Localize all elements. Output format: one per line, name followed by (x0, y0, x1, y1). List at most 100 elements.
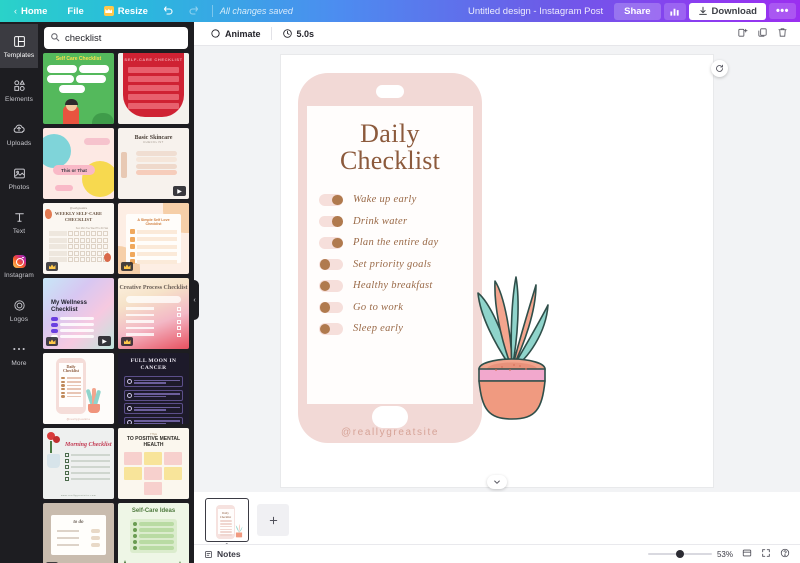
animate-button[interactable]: Animate (202, 28, 269, 39)
sidebar-item-elements[interactable]: Elements (0, 68, 38, 112)
pro-badge (121, 262, 133, 271)
toggle-switch[interactable] (319, 194, 343, 206)
add-page-button[interactable] (257, 504, 289, 536)
toggle-switch[interactable] (319, 280, 343, 292)
template-card[interactable]: My Wellness Checklist ▶ (43, 278, 114, 349)
template-card[interactable]: @reallygreatsite WEEKLY SELF-CARE CHECKL… (43, 203, 114, 274)
duplicate-icon (758, 27, 767, 37)
duration-button[interactable]: 5.0s (274, 28, 323, 39)
template-card[interactable]: Basic Skincare CHECKLIST ▶ (118, 128, 189, 199)
canvas-area[interactable]: Daily Checklist Wake up early Drink wate… (194, 46, 800, 492)
template-card[interactable]: 7 Tips TO POSITIVE MENTAL HEALTH (118, 428, 189, 499)
bottom-bar: Notes 53% (194, 544, 800, 563)
document-title[interactable]: Untitled design - Instagram Post (468, 6, 603, 17)
toggle-switch[interactable] (319, 215, 343, 228)
template-card[interactable]: Creative Process Checklist (118, 278, 189, 349)
sidebar-label-more: More (11, 359, 27, 367)
zoom-slider[interactable]: 53% (647, 549, 733, 559)
sidebar-item-photos[interactable]: Photos (0, 156, 38, 200)
top-bar-left: ‹ Home File Resize All changes saved (0, 0, 293, 22)
template-card[interactable]: to do (43, 503, 114, 563)
file-label: File (67, 5, 84, 17)
template-title: WEEKLY SELF-CARE CHECKLIST (54, 211, 103, 223)
template-card[interactable]: A Simple Self Love Checklist (118, 203, 189, 274)
checklist-item[interactable]: Drink water (319, 215, 473, 228)
undo-icon (163, 6, 173, 15)
template-title: TO POSITIVE MENTAL HEALTH (126, 436, 181, 448)
rotate-icon (716, 64, 723, 72)
sidebar-item-text[interactable]: Text (0, 200, 38, 244)
pro-badge (46, 337, 58, 346)
template-card[interactable]: Daily Checklist @reallygreatsite (43, 353, 114, 424)
pages-strip: Daily Checklist 1 (194, 492, 800, 550)
more-menu-button[interactable]: ••• (768, 3, 796, 19)
checklist-item[interactable]: Healthy breakfast (319, 280, 473, 292)
template-card[interactable]: Self-Care Ideas (118, 503, 189, 563)
zoom-value: 53% (716, 549, 733, 559)
file-button[interactable]: File (56, 0, 94, 22)
page-thumbnail[interactable]: Daily Checklist (205, 498, 249, 542)
template-results-grid: Self Care Checklist SELF-CARE CHECKLIST (38, 53, 194, 563)
editor-toolbar: Animate 5.0s (194, 22, 800, 46)
sidebar-item-more[interactable]: More (0, 332, 38, 376)
sidebar-item-instagram[interactable]: Instagram (0, 244, 38, 288)
save-status: All changes saved (219, 6, 293, 16)
delete-button[interactable] (777, 27, 788, 41)
template-title: to do (73, 520, 84, 525)
fullscreen-button[interactable] (761, 548, 771, 561)
potted-plant-illustration[interactable] (466, 257, 558, 427)
zoom-slider-knob[interactable] (675, 550, 684, 558)
search-box[interactable] (44, 27, 194, 49)
panel-collapse-button[interactable]: ‹ (190, 280, 199, 320)
phone-home-button (372, 406, 408, 428)
sidebar-item-uploads[interactable]: Uploads (0, 112, 38, 156)
checklist-item-label: Healthy breakfast (353, 280, 433, 292)
upload-cloud-icon (12, 122, 26, 137)
toggle-switch[interactable] (319, 237, 343, 249)
help-button[interactable] (780, 548, 790, 561)
template-card[interactable]: FULL MOON IN CANCER (118, 353, 189, 424)
sidebar-item-templates[interactable]: Templates (0, 24, 38, 68)
checklist: Wake up early Drink water Plan the entir… (307, 194, 473, 335)
share-button[interactable]: Share (614, 2, 661, 20)
duration-label: 5.0s (296, 28, 315, 39)
bottom-bar-right: 53% (647, 548, 790, 561)
design-page[interactable]: Daily Checklist Wake up early Drink wate… (281, 55, 713, 487)
sidebar-label-photos: Photos (8, 183, 30, 191)
home-button[interactable]: ‹ Home (5, 0, 56, 22)
duplicate-button[interactable] (757, 27, 768, 41)
download-button[interactable]: Download (688, 2, 766, 20)
sidebar-item-logos[interactable]: Logos (0, 288, 38, 332)
toggle-switch[interactable] (319, 258, 343, 271)
checklist-item[interactable]: Go to work (319, 301, 473, 314)
templates-icon (13, 34, 26, 49)
template-title: This or That (61, 168, 87, 173)
checklist-item[interactable]: Wake up early (319, 194, 473, 206)
toggle-switch[interactable] (319, 301, 343, 314)
template-card[interactable]: SELF-CARE CHECKLIST (118, 53, 189, 124)
checklist-item[interactable]: Set priority goals (319, 258, 473, 271)
rotate-button[interactable] (711, 60, 728, 77)
toggle-switch[interactable] (319, 323, 343, 335)
toolbar-divider (270, 27, 272, 40)
add-page-button[interactable] (737, 27, 748, 41)
phone-screen: Daily Checklist Wake up early Drink wate… (307, 106, 473, 438)
checklist-item[interactable]: Sleep early (319, 323, 473, 335)
resize-button[interactable]: Resize (95, 0, 157, 22)
undo-button[interactable] (157, 0, 181, 22)
logos-icon (13, 298, 26, 313)
sidebar-label-elements: Elements (5, 95, 33, 103)
grid-view-button[interactable] (742, 548, 752, 561)
redo-button[interactable] (181, 0, 205, 22)
checklist-item[interactable]: Plan the entire day (319, 237, 473, 249)
scroll-down-button[interactable] (487, 475, 507, 489)
pro-badge (46, 262, 58, 271)
template-card[interactable]: Self Care Checklist (43, 53, 114, 124)
download-icon (698, 6, 707, 15)
search-input[interactable] (65, 32, 194, 44)
notes-button[interactable]: Notes (204, 549, 241, 559)
sidebar-label-text: Text (12, 227, 26, 235)
template-card[interactable]: Morning Checklist www.reallygreatsite.co… (43, 428, 114, 499)
template-card[interactable]: This or That (43, 128, 114, 199)
insights-button[interactable] (663, 2, 686, 20)
